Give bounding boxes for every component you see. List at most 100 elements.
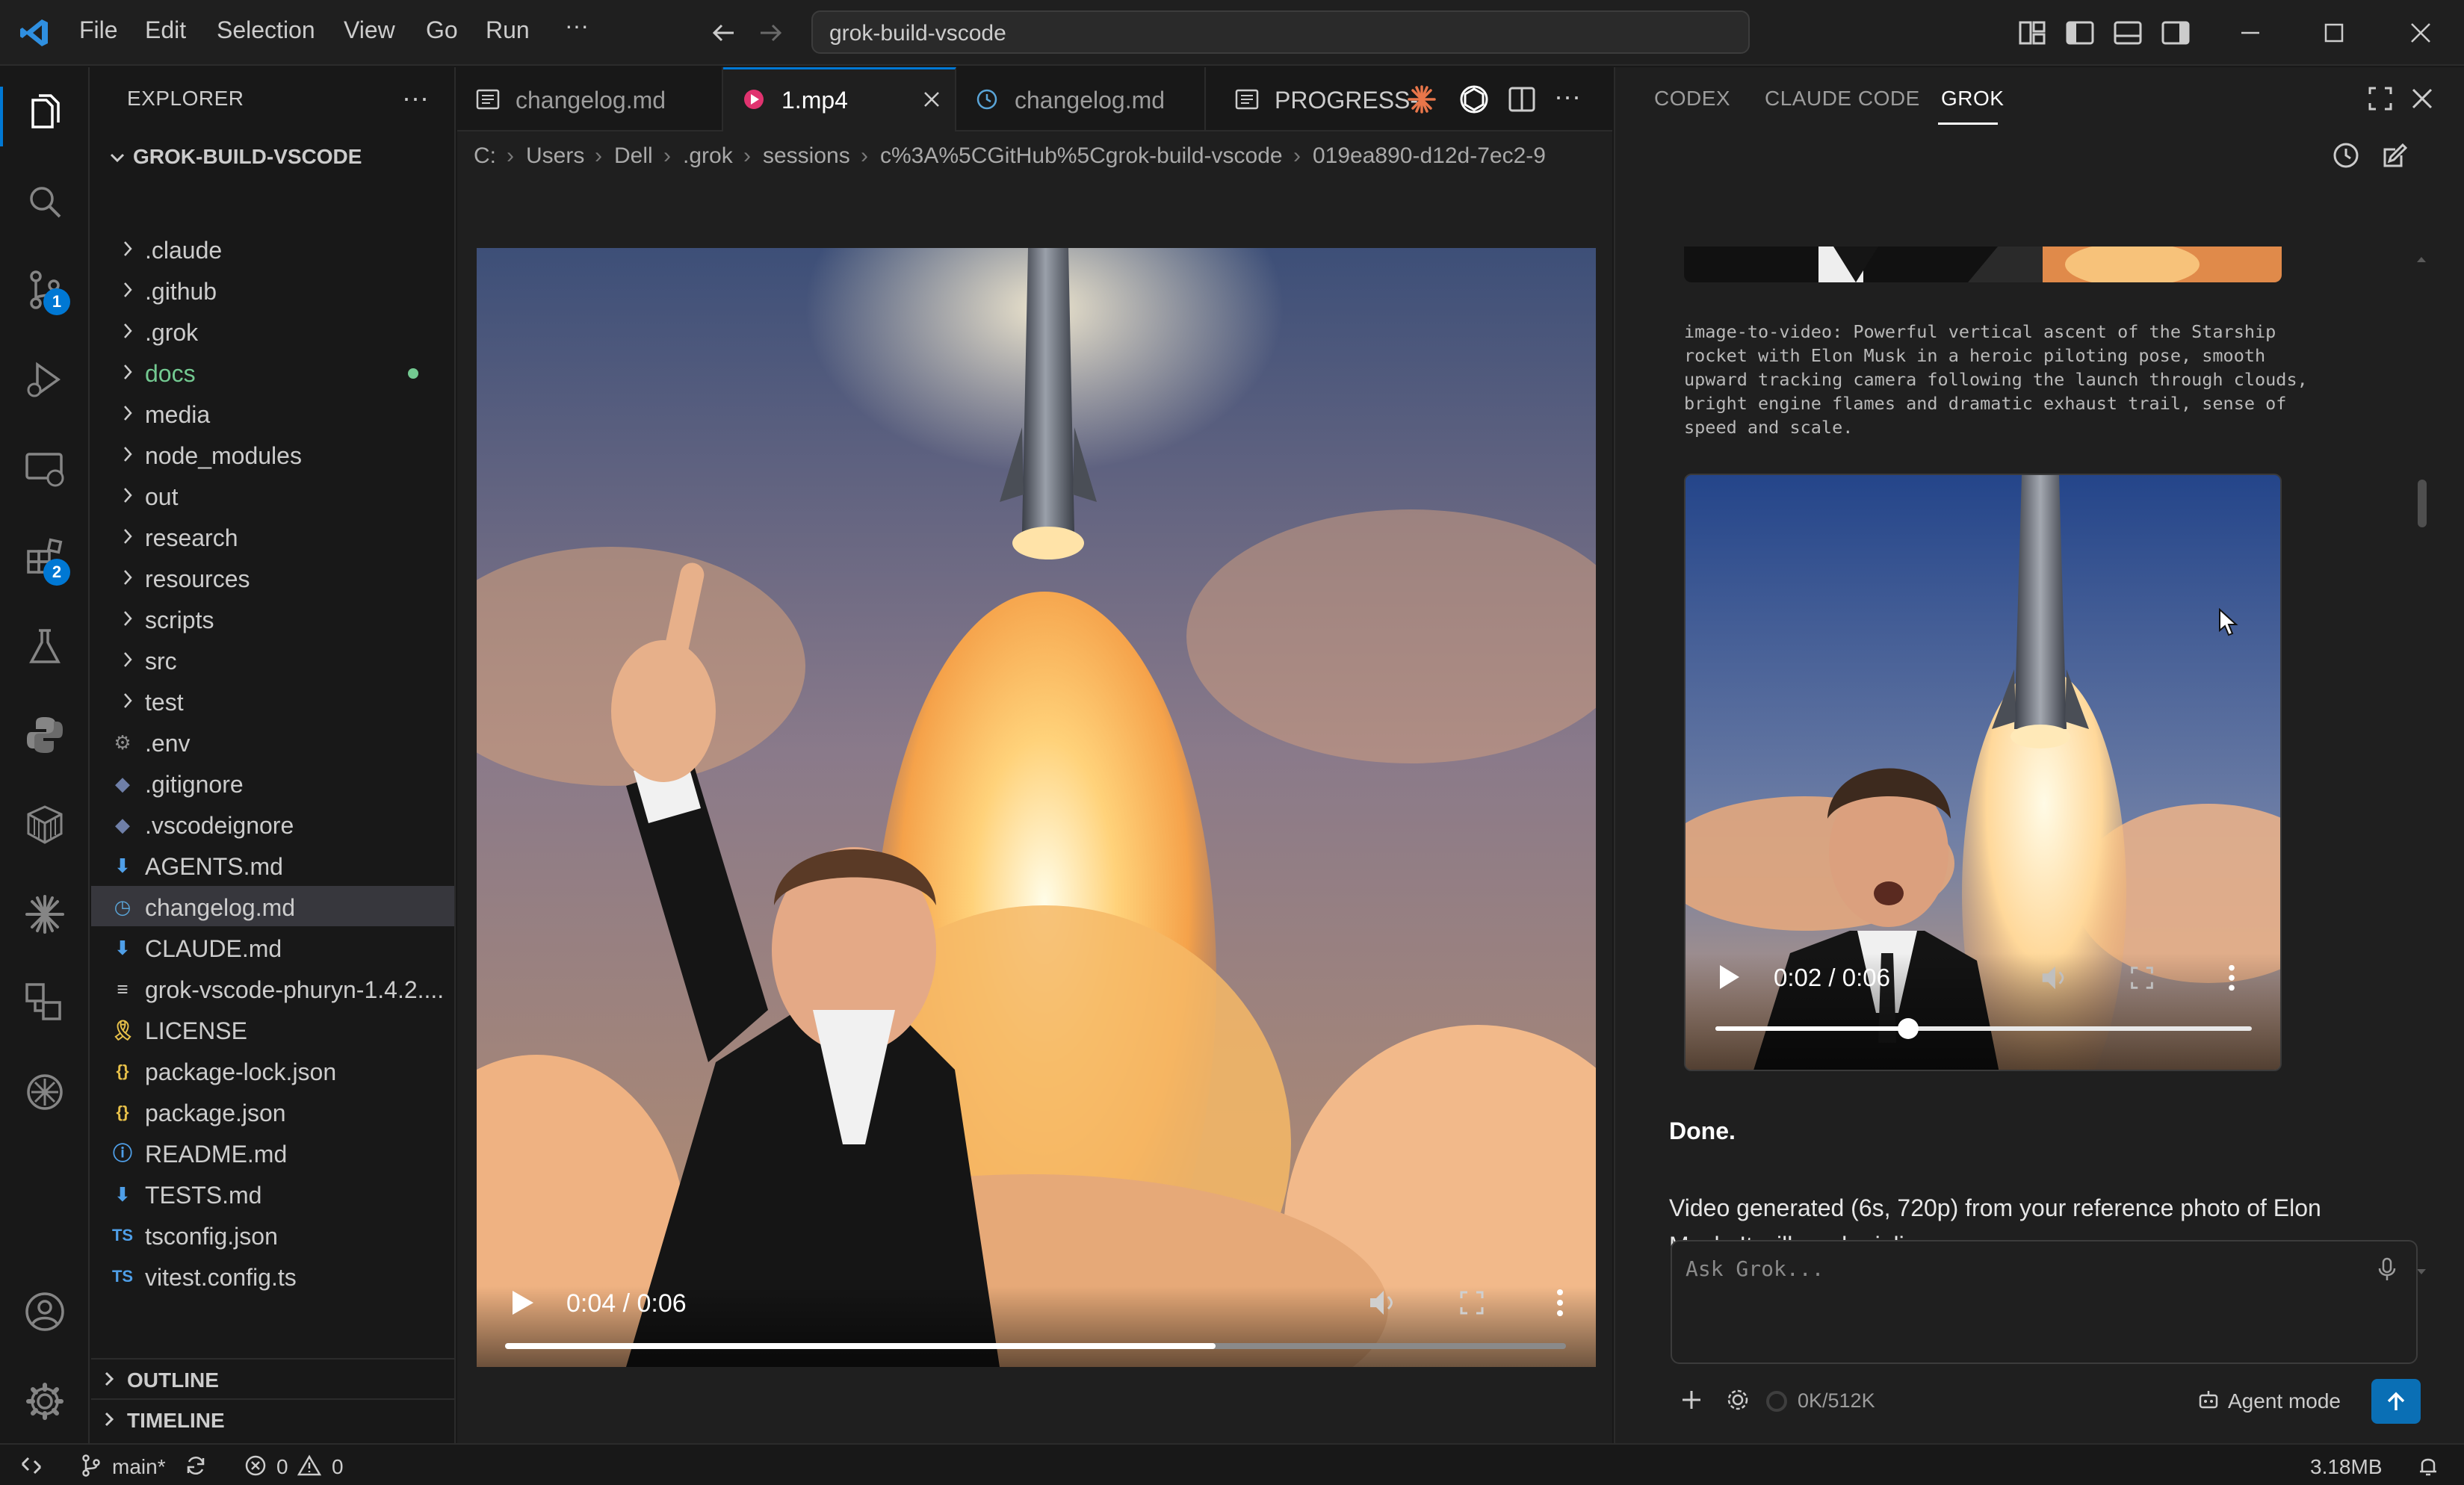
explorer-icon[interactable]: [22, 90, 67, 134]
chat-scrollbar[interactable]: [2415, 179, 2428, 1285]
forward-arrow-icon[interactable]: [755, 16, 787, 49]
menu-view[interactable]: View: [344, 16, 395, 44]
history-icon[interactable]: [2331, 140, 2361, 170]
file-item[interactable]: TS tsconfig.json: [91, 1215, 454, 1255]
folder-item[interactable]: scripts: [91, 598, 454, 639]
file-item[interactable]: ⚙ .env: [91, 722, 454, 762]
maximize-panel-icon[interactable]: [2365, 84, 2395, 114]
tab-changelog-preview[interactable]: changelog.md: [457, 67, 723, 131]
testing-icon[interactable]: [22, 624, 67, 669]
fullscreen-icon[interactable]: [2126, 962, 2158, 993]
tab-codex[interactable]: CODEX: [1654, 87, 1730, 111]
toggle-secondary-sidebar-icon[interactable]: [2159, 16, 2192, 49]
file-item[interactable]: ◆ .gitignore: [91, 763, 454, 803]
menu-selection[interactable]: Selection: [217, 16, 315, 44]
folder-item[interactable]: .grok: [91, 311, 454, 351]
file-item[interactable]: ◷ changelog.md: [91, 886, 454, 926]
gear-icon[interactable]: [22, 1379, 67, 1424]
add-context-icon[interactable]: [1678, 1386, 1705, 1413]
breadcrumb-item[interactable]: 019ea890-d12d-7ec2-9: [1313, 143, 1546, 169]
customize-layout-icon[interactable]: [2016, 16, 2049, 49]
volume-icon[interactable]: [2038, 962, 2070, 993]
close-panel-icon[interactable]: [2407, 84, 2437, 114]
more-options-icon[interactable]: [2216, 962, 2247, 993]
folder-item[interactable]: .github: [91, 270, 454, 310]
toggle-panel-icon[interactable]: [2111, 16, 2144, 49]
remote-indicator-icon[interactable]: [19, 1454, 43, 1478]
back-arrow-icon[interactable]: [707, 16, 740, 49]
openai-icon[interactable]: [1457, 82, 1491, 117]
breadcrumb-item[interactable]: c%3A%5CGitHub%5Cgrok-build-vscode: [880, 143, 1283, 169]
menu-run[interactable]: Run: [486, 16, 530, 44]
folder-item[interactable]: src: [91, 639, 454, 680]
breadcrumb-item[interactable]: sessions: [763, 143, 850, 169]
file-item[interactable]: TS vitest.config.ts: [91, 1256, 454, 1296]
tab-grok[interactable]: GROK: [1941, 87, 2004, 111]
warning-count[interactable]: 0: [332, 1455, 344, 1479]
file-item[interactable]: ◆ .vscodeignore: [91, 804, 454, 844]
file-item[interactable]: ≡ grok-vscode-phuryn-1.4.2....: [91, 968, 454, 1008]
claude-sparkle-icon[interactable]: [1406, 84, 1437, 115]
breadcrumb-item[interactable]: .grok: [683, 143, 733, 169]
file-item[interactable]: {} package.json: [91, 1091, 454, 1132]
openai-icon[interactable]: [22, 1070, 67, 1114]
tab-video-active[interactable]: 1.mp4: [723, 67, 956, 131]
file-item[interactable]: {} package-lock.json: [91, 1050, 454, 1091]
microphone-icon[interactable]: [2374, 1256, 2400, 1282]
chat-input-box[interactable]: [1671, 1240, 2418, 1364]
notifications-bell-icon[interactable]: [2416, 1454, 2440, 1478]
folder-item[interactable]: test: [91, 681, 454, 721]
file-item[interactable]: ⬇ AGENTS.md: [91, 845, 454, 885]
menu-file[interactable]: File: [79, 16, 118, 44]
remote-explorer-icon[interactable]: [22, 447, 67, 492]
breadcrumb-item[interactable]: Dell: [614, 143, 653, 169]
folder-item[interactable]: docs: [91, 352, 454, 392]
breadcrumb-item[interactable]: C:: [474, 143, 496, 169]
maximize-icon[interactable]: [2318, 16, 2350, 49]
git-branch-icon[interactable]: [79, 1454, 103, 1478]
menu-go[interactable]: Go: [426, 16, 458, 44]
python-icon[interactable]: [22, 713, 67, 757]
inline-video-progress-track[interactable]: [1715, 1018, 2252, 1039]
more-options-icon[interactable]: [1544, 1286, 1576, 1319]
inline-video-player[interactable]: 0:02 / 0:06: [1684, 474, 2282, 1071]
menu-edit[interactable]: Edit: [145, 16, 186, 44]
split-editor-icon[interactable]: [1506, 84, 1538, 115]
search-icon[interactable]: [22, 179, 67, 224]
toggle-primary-sidebar-icon[interactable]: [2064, 16, 2096, 49]
video-progress-track[interactable]: [505, 1343, 1566, 1349]
minimize-icon[interactable]: [2234, 16, 2267, 49]
folder-item[interactable]: .claude: [91, 229, 454, 269]
file-item[interactable]: ⬇ TESTS.md: [91, 1174, 454, 1214]
account-icon[interactable]: [22, 1289, 67, 1334]
folder-item[interactable]: research: [91, 516, 454, 557]
send-button[interactable]: [2371, 1379, 2421, 1424]
settings-gear-icon[interactable]: [1724, 1386, 1751, 1413]
claude-icon[interactable]: [22, 892, 67, 937]
explorer-more-button[interactable]: ···: [402, 82, 429, 114]
new-chat-icon[interactable]: [2380, 140, 2410, 170]
play-icon[interactable]: [505, 1286, 538, 1319]
video-player[interactable]: 0:04 / 0:06: [477, 248, 1596, 1367]
sync-icon[interactable]: [184, 1454, 208, 1478]
command-center[interactable]: grok-build-vscode: [811, 10, 1750, 54]
tab-claude-code[interactable]: CLAUDE CODE: [1765, 87, 1920, 111]
containers-icon[interactable]: [22, 802, 67, 847]
scroll-thumb[interactable]: [2418, 480, 2427, 527]
error-count[interactable]: 0: [276, 1455, 288, 1479]
fullscreen-icon[interactable]: [1455, 1286, 1488, 1319]
chat-input[interactable]: [1686, 1253, 2343, 1283]
volume-icon[interactable]: [1366, 1286, 1399, 1319]
git-branch-label[interactable]: main*: [112, 1455, 166, 1479]
timeline-section[interactable]: TIMELINE: [91, 1398, 454, 1437]
play-icon[interactable]: [1714, 962, 1744, 992]
menu-more[interactable]: ···: [565, 12, 589, 40]
folder-item[interactable]: out: [91, 475, 454, 515]
tab-progress[interactable]: PROGRESS-: [1206, 67, 1418, 131]
close-window-icon[interactable]: [2404, 16, 2437, 49]
workspace-root-folder[interactable]: GROK-BUILD-VSCODE: [97, 139, 456, 175]
folder-item[interactable]: resources: [91, 557, 454, 598]
error-icon[interactable]: [244, 1454, 267, 1478]
file-item[interactable]: ⓘ README.md: [91, 1132, 454, 1173]
folder-item[interactable]: node_modules: [91, 434, 454, 474]
